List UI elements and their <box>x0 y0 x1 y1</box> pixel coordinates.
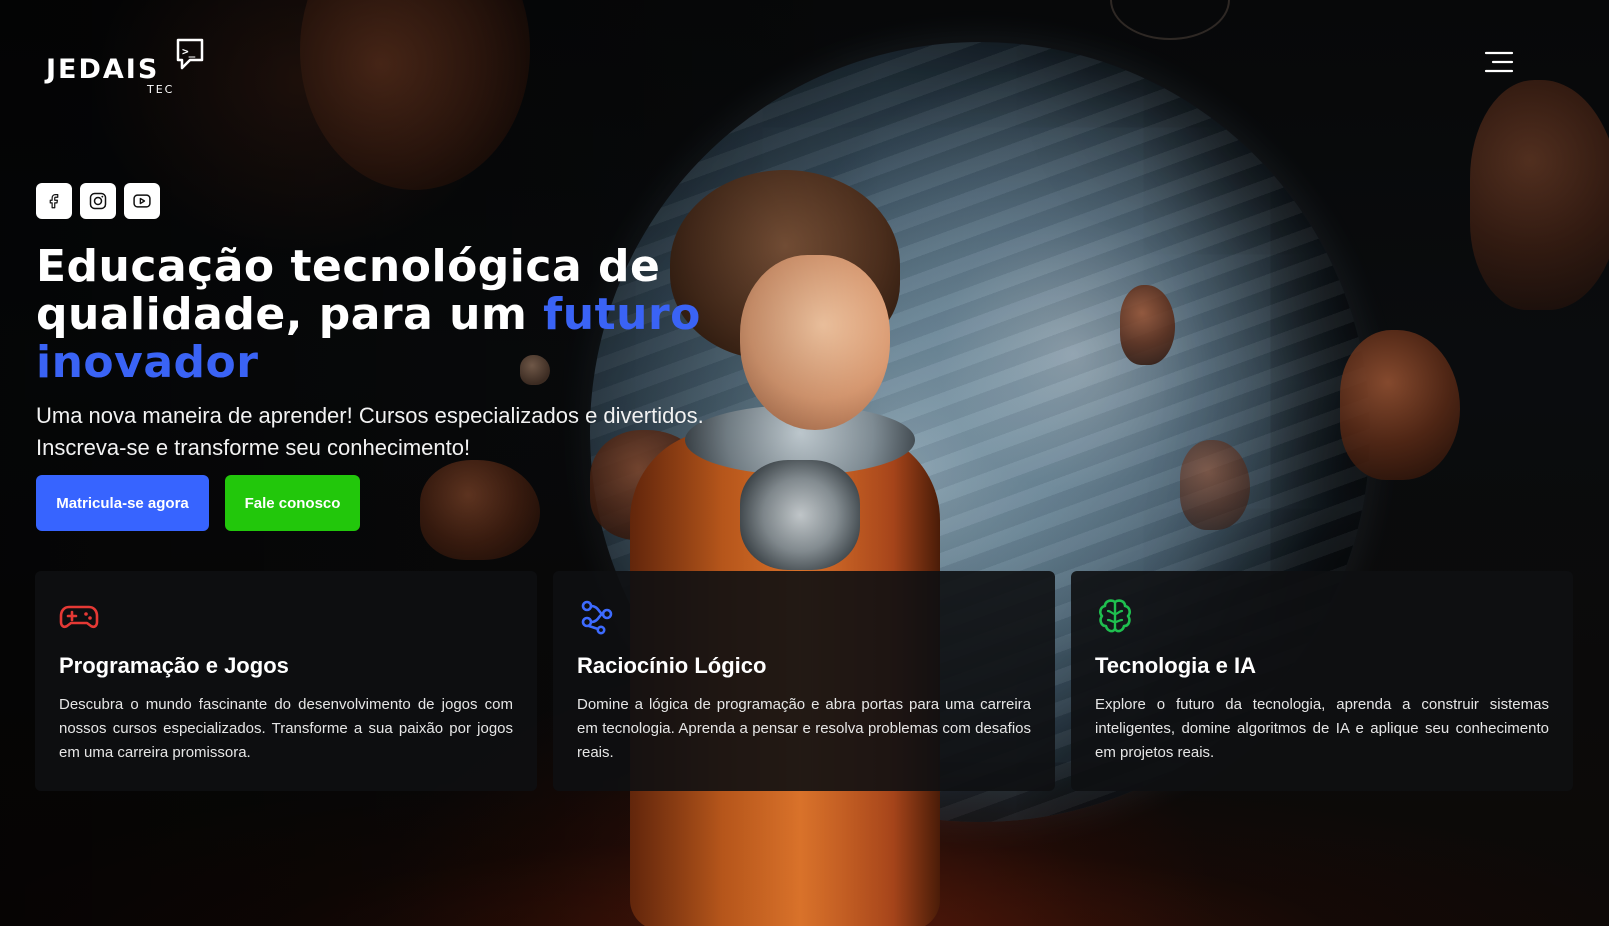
youtube-icon <box>133 194 151 208</box>
hamburger-icon <box>1484 51 1514 73</box>
social-links <box>36 183 160 219</box>
instagram-link[interactable] <box>80 183 116 219</box>
terminal-icon: >_ <box>176 38 204 70</box>
gamepad-icon <box>59 605 99 629</box>
facebook-link[interactable] <box>36 183 72 219</box>
feature-card: Tecnologia e IA Explore o futuro da tecn… <box>1071 571 1573 791</box>
logic-nodes-icon <box>581 600 613 635</box>
contact-us-button[interactable]: Fale conosco <box>225 475 360 531</box>
card-title: Raciocínio Lógico <box>577 653 767 678</box>
feature-card: Raciocínio Lógico Domine a lógica de pro… <box>553 571 1055 791</box>
card-text: Domine a lógica de programação e abra po… <box>577 696 1031 761</box>
brain-icon <box>1099 599 1131 633</box>
brand-logo[interactable]: JEDAIS >_ TEC <box>46 36 216 98</box>
brand-sub: TEC <box>147 83 175 96</box>
hero-subtitle: Uma nova maneira de aprender! Cursos esp… <box>36 403 704 460</box>
hero-title: Educação tecnológica de qualidade, para … <box>36 243 796 387</box>
feature-card: Programação e Jogos Descubra o mundo fas… <box>35 571 537 791</box>
youtube-link[interactable] <box>124 183 160 219</box>
enroll-now-button[interactable]: Matricula-se agora <box>36 475 209 531</box>
facebook-icon <box>49 194 59 209</box>
instagram-icon <box>89 192 107 210</box>
terminal-glyph: >_ <box>182 45 196 58</box>
card-title: Tecnologia e IA <box>1095 653 1256 678</box>
brand-name: JEDAIS <box>46 54 160 85</box>
card-title: Programação e Jogos <box>59 653 289 678</box>
hamburger-menu-button[interactable] <box>1484 50 1514 74</box>
card-text: Descubra o mundo fascinante do desenvolv… <box>59 696 513 761</box>
card-text: Explore o futuro da tecnologia, aprenda … <box>1095 696 1549 761</box>
